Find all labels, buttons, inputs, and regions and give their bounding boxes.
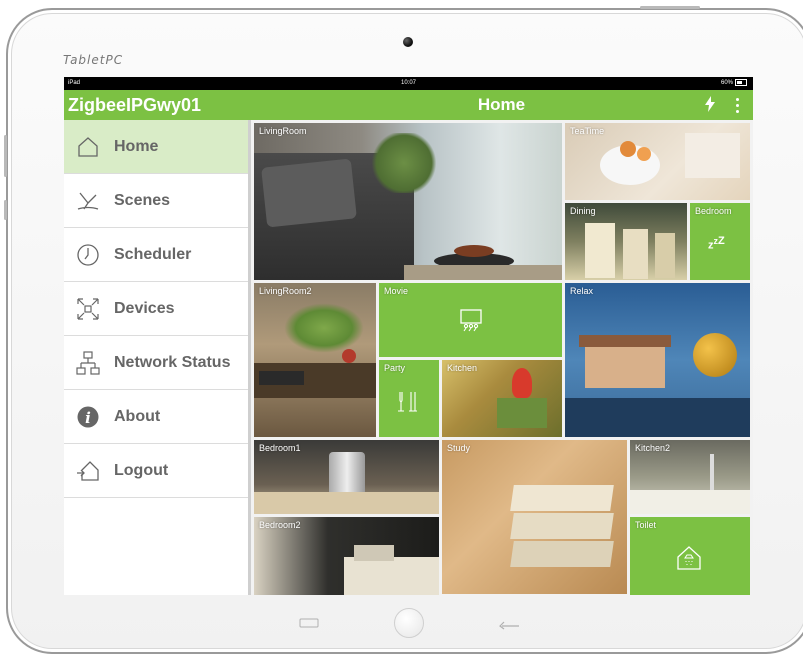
sidebar-item-label: Devices xyxy=(114,300,175,317)
tile-teatime[interactable]: TeaTime xyxy=(565,123,750,200)
tile-study[interactable]: Study xyxy=(442,440,627,594)
menu-hardware-button[interactable] xyxy=(299,617,319,629)
svg-text:i: i xyxy=(85,409,91,427)
tile-relax[interactable]: Relax xyxy=(565,283,750,437)
info-icon: i xyxy=(76,405,100,429)
sidebar-item-label: Logout xyxy=(114,462,169,479)
tile-bedroom1[interactable]: Bedroom1 xyxy=(254,440,439,514)
sidebar-item-network-status[interactable]: Network Status xyxy=(64,336,248,390)
tile-label: Bedroom xyxy=(695,206,732,216)
sidebar-item-devices[interactable]: Devices xyxy=(64,282,248,336)
tile-party[interactable]: Party xyxy=(379,360,439,437)
sidebar-item-label: Scheduler xyxy=(114,246,192,263)
tile-label: TeaTime xyxy=(570,126,605,136)
sidebar-item-home[interactable]: Home xyxy=(64,120,248,174)
status-time: 10:07 xyxy=(400,80,416,86)
volume-button xyxy=(4,135,7,177)
sidebar-item-label: Network Status xyxy=(114,354,231,371)
tile-label: Bedroom2 xyxy=(259,520,301,530)
side-switch xyxy=(4,200,7,220)
tile-livingroom2[interactable]: LivingRoom2 xyxy=(254,283,376,437)
overflow-menu-icon[interactable] xyxy=(736,98,740,114)
movie-icon xyxy=(459,308,483,337)
sidebar: Home Scenes Scheduler Devices Network St… xyxy=(64,120,251,595)
network-icon xyxy=(76,351,100,375)
tile-dining[interactable]: Dining xyxy=(565,203,687,280)
tile-bedroom[interactable]: Bedroom zzZ xyxy=(690,203,750,280)
scenes-icon xyxy=(76,189,100,213)
tile-label: Toilet xyxy=(635,520,657,530)
tile-label: Kitchen xyxy=(447,363,478,373)
sidebar-item-label: Home xyxy=(114,138,159,155)
battery-status: 60% xyxy=(721,77,747,90)
tile-livingroom[interactable]: LivingRoom xyxy=(254,123,562,280)
tile-label: LivingRoom xyxy=(259,126,307,136)
tile-label: Party xyxy=(384,363,406,373)
power-button xyxy=(640,6,700,9)
home-hardware-button[interactable] xyxy=(394,608,424,638)
status-bar: iPad 10:07 60% xyxy=(64,77,753,90)
tile-toilet[interactable]: Toilet xyxy=(630,517,750,595)
tile-kitchen2[interactable]: Kitchen2 xyxy=(630,440,750,514)
screen: iPad 10:07 60% ZigbeeIPGwy01 Home Home S… xyxy=(64,77,753,595)
gateway-name: ZigbeeIPGwy01 xyxy=(68,95,202,115)
tile-label: Movie xyxy=(384,286,409,296)
sidebar-item-about[interactable]: i About xyxy=(64,390,248,444)
room-grid: LivingRoom TeaTime Dining Bedroom zzZ Li… xyxy=(251,120,753,595)
shower-icon xyxy=(676,545,702,576)
tile-label: LivingRoom2 xyxy=(259,286,312,296)
lightning-icon[interactable] xyxy=(705,96,715,114)
tile-label: Bedroom1 xyxy=(259,443,301,453)
sleep-icon: zzZ xyxy=(708,235,725,252)
sidebar-item-scenes[interactable]: Scenes xyxy=(64,174,248,228)
tile-label: Kitchen2 xyxy=(635,443,671,453)
clock-icon xyxy=(76,243,100,267)
back-hardware-button[interactable] xyxy=(498,617,520,630)
tile-label: Study xyxy=(447,443,471,453)
devices-icon xyxy=(76,297,100,321)
sidebar-item-logout[interactable]: Logout xyxy=(64,444,248,498)
device-brand: TabletPC xyxy=(63,53,124,67)
home-icon xyxy=(76,135,100,159)
page-title: Home xyxy=(477,95,526,114)
party-icon xyxy=(397,390,421,417)
sidebar-item-label: Scenes xyxy=(114,192,171,209)
app-bar: ZigbeeIPGwy01 Home xyxy=(64,90,753,120)
sidebar-item-label: About xyxy=(114,408,161,425)
tile-bedroom2[interactable]: Bedroom2 xyxy=(254,517,439,595)
tile-label: Dining xyxy=(570,206,596,216)
logout-icon xyxy=(76,459,100,483)
tile-movie[interactable]: Movie xyxy=(379,283,562,357)
battery-percent: 60% xyxy=(720,80,733,86)
tile-kitchen[interactable]: Kitchen xyxy=(442,360,562,437)
sidebar-item-scheduler[interactable]: Scheduler xyxy=(64,228,248,282)
battery-icon xyxy=(735,78,747,86)
front-camera xyxy=(403,37,413,47)
tile-label: Relax xyxy=(570,286,594,296)
